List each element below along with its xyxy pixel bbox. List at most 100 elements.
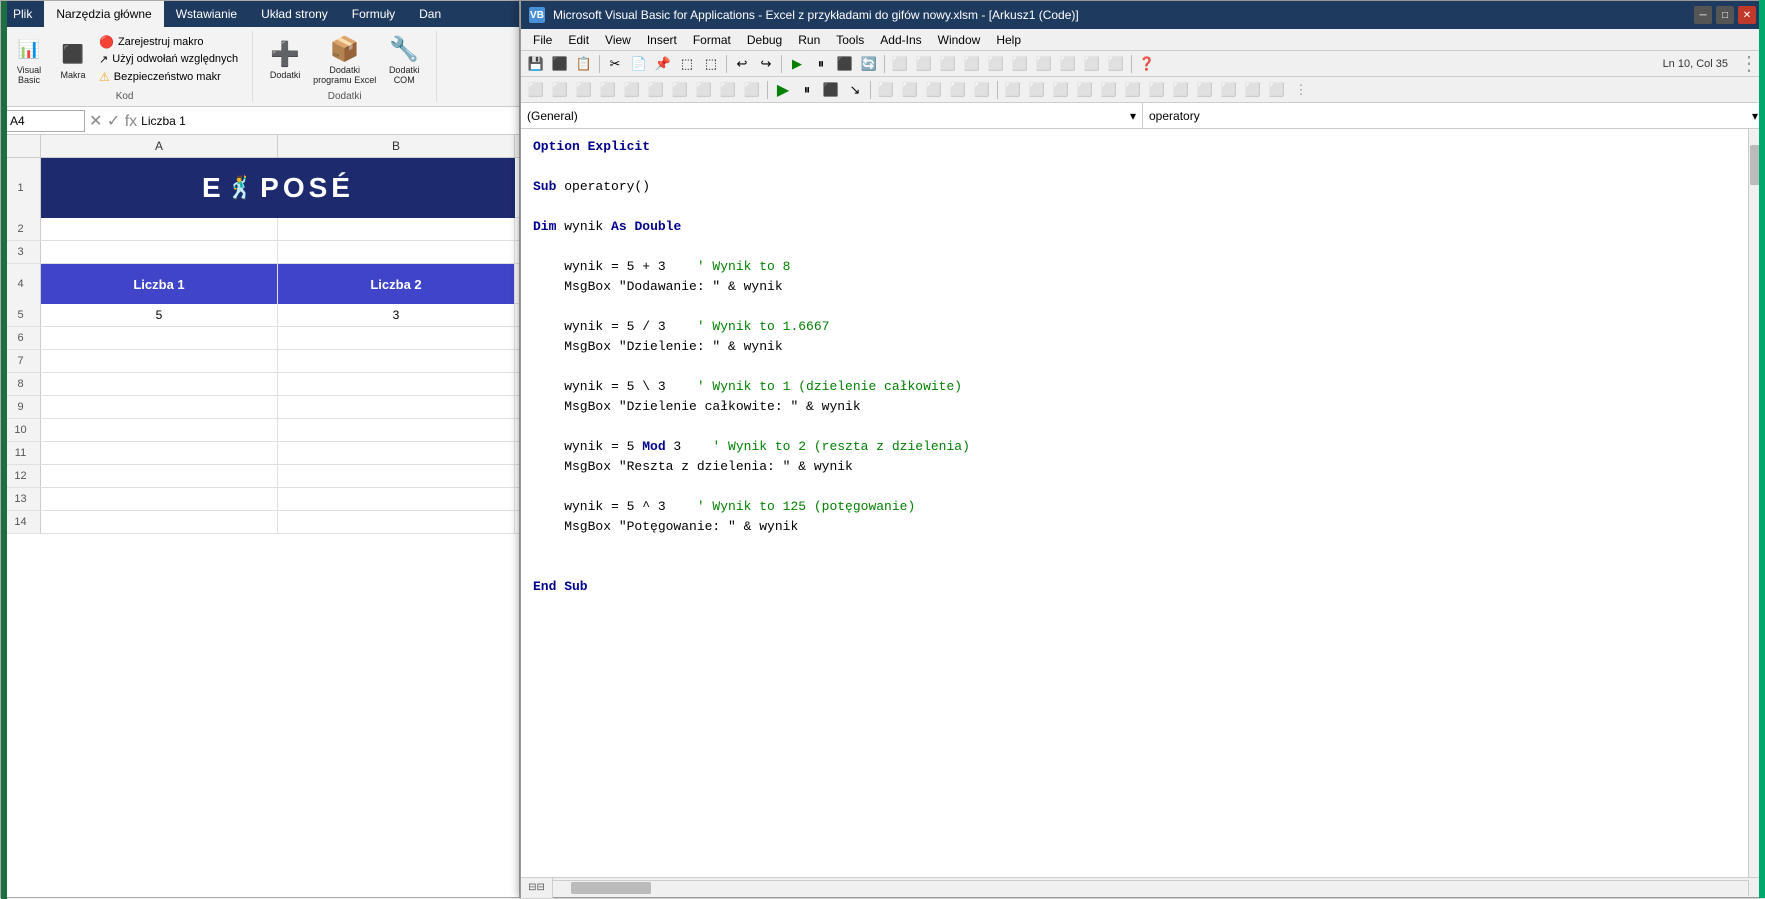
menu-edit[interactable]: Edit xyxy=(560,31,597,49)
menu-format[interactable]: Format xyxy=(685,31,739,49)
toolbar2-bp4[interactable]: ⬜ xyxy=(1074,79,1096,101)
toolbar-btn19[interactable]: ⬜ xyxy=(985,53,1007,75)
toolbar2-bp11[interactable]: ⬜ xyxy=(1242,79,1264,101)
toolbar-pause-btn[interactable]: ⏸ xyxy=(810,53,832,75)
toolbar-btn15[interactable]: ⬜ xyxy=(889,53,911,75)
cell-a11[interactable] xyxy=(41,442,278,464)
tab-wstawianie[interactable]: Wstawianie xyxy=(164,1,249,27)
vba-code-area[interactable]: Option Explicit Sub operatory() Dim wyni… xyxy=(521,129,1764,877)
cell-b10[interactable] xyxy=(278,419,515,441)
cell-b14[interactable] xyxy=(278,511,515,533)
toolbar2-run-btn[interactable]: ▶ xyxy=(772,79,794,101)
cell-a9[interactable] xyxy=(41,396,278,418)
toolbar2-btn4[interactable]: ⬜ xyxy=(597,79,619,101)
toolbar-btn20[interactable]: ⬜ xyxy=(1009,53,1031,75)
toolbar-btn17[interactable]: ⬜ xyxy=(937,53,959,75)
cell-a5[interactable]: 5 xyxy=(41,304,278,326)
toolbar2-breakpts-btn[interactable]: ⬜ xyxy=(971,79,993,101)
toolbar2-watch-btn[interactable]: ⬜ xyxy=(875,79,897,101)
toolbar-save-btn[interactable]: 💾 xyxy=(525,53,547,75)
toolbar-undo-btn[interactable]: ↩ xyxy=(731,53,753,75)
toolbar2-stop-btn[interactable]: ⬛ xyxy=(820,79,842,101)
toolbar2-bp8[interactable]: ⬜ xyxy=(1170,79,1192,101)
ribbon-btn-wzgledne[interactable]: ↗ Użyj odwołań względnych xyxy=(97,52,240,67)
close-button[interactable]: ✕ xyxy=(1738,6,1756,24)
menu-view[interactable]: View xyxy=(597,31,639,49)
cell-a6[interactable] xyxy=(41,327,278,349)
toolbar2-btn2[interactable]: ⬜ xyxy=(549,79,571,101)
cell-b9[interactable] xyxy=(278,396,515,418)
toolbar-btn8[interactable]: ⬚ xyxy=(700,53,722,75)
toolbar-btn7[interactable]: ⬚ xyxy=(676,53,698,75)
toolbar-btn16[interactable]: ⬜ xyxy=(913,53,935,75)
toolbar2-btn7[interactable]: ⬜ xyxy=(669,79,691,101)
cell-a14[interactable] xyxy=(41,511,278,533)
cell-a10[interactable] xyxy=(41,419,278,441)
toolbar2-bp9[interactable]: ⬜ xyxy=(1194,79,1216,101)
toolbar-btn2[interactable]: ⬛ xyxy=(549,53,571,75)
toolbar2-btn9[interactable]: ⬜ xyxy=(717,79,739,101)
toolbar2-bp10[interactable]: ⬜ xyxy=(1218,79,1240,101)
toolbar2-btn6[interactable]: ⬜ xyxy=(645,79,667,101)
cell-b7[interactable] xyxy=(278,350,515,372)
toolbar2-immed-btn[interactable]: ⬜ xyxy=(923,79,945,101)
cell-b2[interactable] xyxy=(278,218,515,240)
cell-reference-input[interactable] xyxy=(5,110,85,132)
tab-uklad[interactable]: Układ strony xyxy=(249,1,340,27)
menu-insert[interactable]: Insert xyxy=(639,31,685,49)
vba-scrollbar-horizontal[interactable] xyxy=(553,880,1748,896)
cell-a12[interactable] xyxy=(41,465,278,487)
toolbar2-scroll-indicator[interactable]: ⋮ xyxy=(1290,79,1312,101)
tab-dane[interactable]: Dan xyxy=(407,1,453,27)
formula-input[interactable] xyxy=(141,114,515,128)
toolbar-btn21[interactable]: ⬜ xyxy=(1033,53,1055,75)
toolbar2-btn8[interactable]: ⬜ xyxy=(693,79,715,101)
cell-b5[interactable]: 3 xyxy=(278,304,515,326)
toolbar-btn3[interactable]: 📋 xyxy=(573,53,595,75)
vba-general-dropdown[interactable]: (General) ▾ xyxy=(521,103,1143,128)
menu-window[interactable]: Window xyxy=(930,31,989,49)
cell-a4-header[interactable]: Liczba 1 xyxy=(41,264,278,304)
toolbar2-bp5[interactable]: ⬜ xyxy=(1098,79,1120,101)
tab-narzedzia[interactable]: Narzędzia główne xyxy=(44,1,163,27)
cell-a3[interactable] xyxy=(41,241,278,263)
toolbar-help-btn[interactable]: ❓ xyxy=(1136,53,1158,75)
cell-a2[interactable] xyxy=(41,218,278,240)
toolbar2-btn1[interactable]: ⬜ xyxy=(525,79,547,101)
ribbon-btn-visual-basic[interactable]: 📊 VisualBasic xyxy=(9,31,49,87)
ribbon-btn-bezpieczenstwo[interactable]: ⚠ Bezpieczeństwo makr xyxy=(97,69,240,85)
toolbar2-pause-btn[interactable]: ⏸ xyxy=(796,79,818,101)
cell-b13[interactable] xyxy=(278,488,515,510)
toolbar-btn14[interactable]: 🔄 xyxy=(858,53,880,75)
toolbar-stop-btn[interactable]: ⬛ xyxy=(834,53,856,75)
toolbar2-locals-btn[interactable]: ⬜ xyxy=(899,79,921,101)
cell-a8[interactable] xyxy=(41,373,278,395)
toolbar2-bp7[interactable]: ⬜ xyxy=(1146,79,1168,101)
toolbar-run-btn[interactable]: ▶ xyxy=(786,53,808,75)
ribbon-btn-dodatki[interactable]: ➕ Dodatki xyxy=(265,36,305,82)
toolbar2-step-btn[interactable]: ↘ xyxy=(844,79,866,101)
cell-b8[interactable] xyxy=(278,373,515,395)
menu-run[interactable]: Run xyxy=(790,31,828,49)
minimize-button[interactable]: ─ xyxy=(1694,6,1712,24)
toolbar-btn24[interactable]: ⬜ xyxy=(1105,53,1127,75)
toolbar-redo-btn[interactable]: ↪ xyxy=(755,53,777,75)
toolbar-btn18[interactable]: ⬜ xyxy=(961,53,983,75)
menu-tools[interactable]: Tools xyxy=(828,31,872,49)
ribbon-btn-zarejestruj[interactable]: 🔴 Zarejestruj makro xyxy=(97,34,240,50)
menu-addins[interactable]: Add-Ins xyxy=(872,31,929,49)
toolbar2-btn5[interactable]: ⬜ xyxy=(621,79,643,101)
toolbar2-bp2[interactable]: ⬜ xyxy=(1026,79,1048,101)
toolbar-scroll-btn[interactable]: ⋮ xyxy=(1738,53,1760,75)
vba-proc-dropdown[interactable]: operatory ▾ xyxy=(1143,103,1764,128)
cell-a7[interactable] xyxy=(41,350,278,372)
tab-plik[interactable]: Plik xyxy=(1,1,44,27)
ribbon-btn-dodatki-com[interactable]: 🔧 DodatkiCOM xyxy=(384,31,424,87)
cell-b12[interactable] xyxy=(278,465,515,487)
toolbar2-callstack-btn[interactable]: ⬜ xyxy=(947,79,969,101)
toolbar2-bp6[interactable]: ⬜ xyxy=(1122,79,1144,101)
cell-b6[interactable] xyxy=(278,327,515,349)
toolbar2-bp1[interactable]: ⬜ xyxy=(1002,79,1024,101)
menu-help[interactable]: Help xyxy=(988,31,1029,49)
cell-b4-header[interactable]: Liczba 2 xyxy=(278,264,515,304)
